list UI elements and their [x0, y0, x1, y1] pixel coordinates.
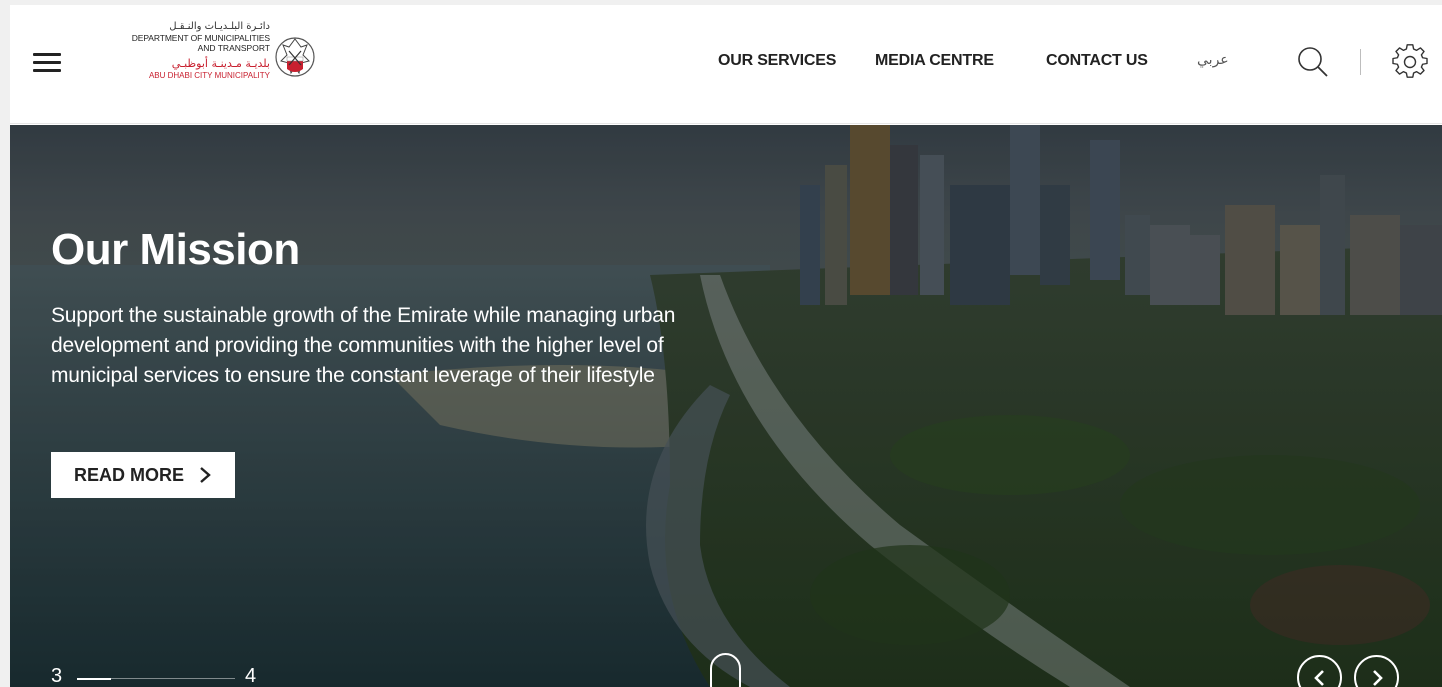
search-icon[interactable] [1296, 45, 1330, 79]
slide-number-current: 3 [51, 665, 63, 687]
logo-arabic-dept: دائـرة البلـديـات والنـقـل [169, 21, 270, 32]
city-skyline-image [10, 125, 1442, 687]
hamburger-menu-icon[interactable] [33, 53, 61, 73]
hero-title: Our Mission [51, 225, 300, 274]
chevron-right-icon [200, 467, 211, 483]
language-switch[interactable]: عربي [1197, 52, 1229, 68]
nav-our-services[interactable]: OUR SERVICES [718, 52, 836, 70]
logo-english-dept-2: AND TRANSPORT [197, 43, 270, 53]
chevron-left-icon [1314, 670, 1324, 686]
logo-english-dept: DEPARTMENT OF MUNICIPALITIES [131, 33, 270, 43]
slide-number-next: 4 [245, 665, 257, 687]
hero-description: Support the sustainable growth of the Em… [51, 304, 676, 387]
slide-progress-active [77, 678, 111, 680]
gear-icon[interactable] [1392, 44, 1428, 80]
nav-media-centre[interactable]: MEDIA CENTRE [875, 52, 994, 70]
falcon-emblem-icon [275, 37, 315, 77]
page-frame: دائـرة البلـديـات والنـقـل DEPARTMENT OF… [10, 5, 1442, 687]
logo-english-municipality: ABU DHABI CITY MUNICIPALITY [148, 71, 270, 80]
read-more-button[interactable]: READ MORE [51, 452, 235, 498]
header-divider [1360, 49, 1361, 75]
scroll-down-indicator[interactable] [710, 653, 741, 687]
site-header: دائـرة البلـديـات والنـقـل DEPARTMENT OF… [10, 5, 1442, 124]
chevron-right-icon [1373, 670, 1383, 686]
slide-progress-track [111, 678, 235, 679]
nav-contact-us[interactable]: CONTACT US [1046, 52, 1148, 70]
site-logo[interactable]: دائـرة البلـديـات والنـقـل DEPARTMENT OF… [118, 21, 318, 99]
logo-arabic-municipality: بلديـة مـدينـة أبوظبـي [171, 57, 270, 70]
logo-text: دائـرة البلـديـات والنـقـل DEPARTMENT OF… [132, 21, 270, 81]
hero-slider: Our Mission Support the sustainable grow… [10, 125, 1442, 687]
read-more-label: READ MORE [74, 464, 185, 485]
